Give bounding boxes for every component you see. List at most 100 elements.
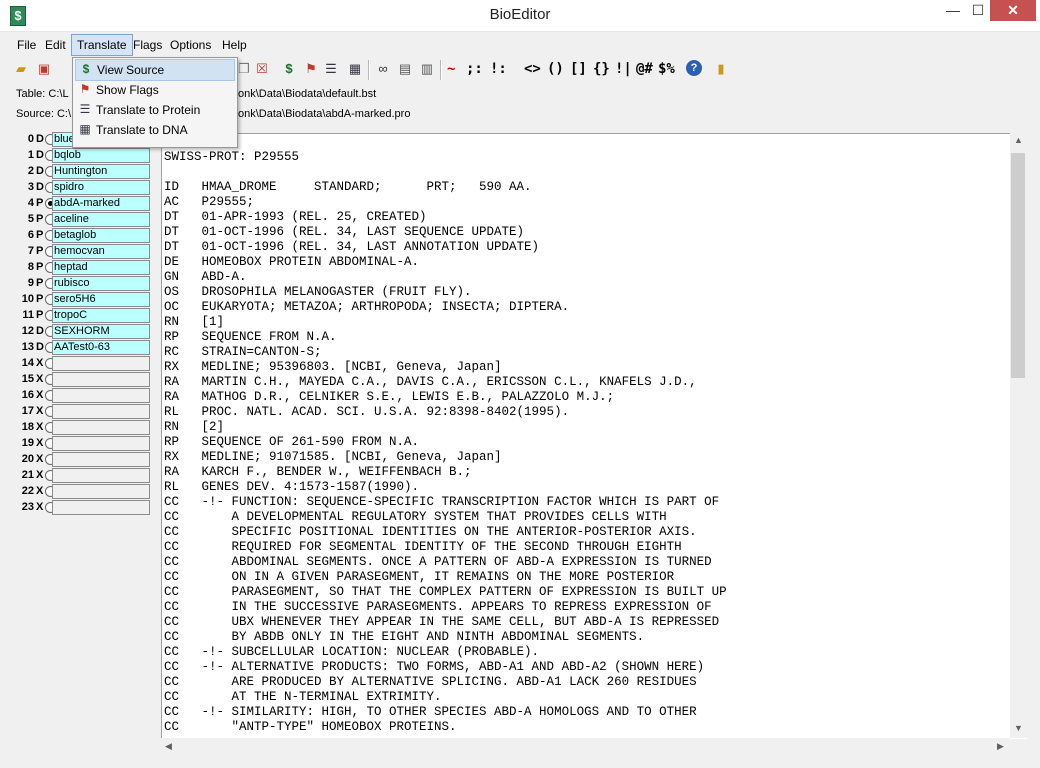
menu-options[interactable]: Options: [165, 34, 216, 56]
menu-translate[interactable]: Translate: [71, 34, 133, 56]
sequence-name-field[interactable]: [52, 500, 150, 515]
sequence-name-field[interactable]: tropoC: [52, 308, 150, 323]
sequence-type: P: [36, 213, 44, 225]
menu-item-label: Translate to DNA: [96, 123, 188, 137]
sequence-row[interactable]: 6 Pbetaglob: [8, 228, 158, 243]
sequence-row[interactable]: 7 Phemocvan: [8, 244, 158, 259]
sequence-row[interactable]: 16 X: [8, 388, 158, 403]
sequence-name-field[interactable]: AATest0-63: [52, 340, 150, 355]
sequence-row[interactable]: 5 Paceline: [8, 212, 158, 227]
sequence-name-field[interactable]: spidro: [52, 180, 150, 195]
sequence-name-field[interactable]: [52, 388, 150, 403]
sequence-name-field[interactable]: Huntington: [52, 164, 150, 179]
sequence-row[interactable]: 12 D SEXHORM: [8, 324, 158, 339]
sequence-row[interactable]: 10 Psero5H6: [8, 292, 158, 307]
sequence-row[interactable]: 11 PtropoC: [8, 308, 158, 323]
sequence-name-field[interactable]: bqlob: [52, 148, 150, 163]
sequence-row[interactable]: 23 X: [8, 500, 158, 515]
menu-edit[interactable]: Edit: [40, 34, 71, 56]
sequence-row[interactable]: 21 X: [8, 468, 158, 483]
protein-list-icon: ☰: [79, 102, 91, 116]
sequence-row[interactable]: 14 X: [8, 356, 158, 371]
help-icon[interactable]: ?: [686, 60, 702, 76]
sequence-row[interactable]: 19 X: [8, 436, 158, 451]
at-hash-icon[interactable]: @#: [636, 61, 653, 77]
sequence-name-field[interactable]: betaglob: [52, 228, 150, 243]
delete-x-icon[interactable]: ☒: [253, 60, 271, 78]
sequence-row[interactable]: 22 X: [8, 484, 158, 499]
semicolon-icon[interactable]: ;:: [466, 61, 483, 77]
document-line: CC IN THE SUCCESSIVE PARASEGMENTS. APPEA…: [164, 600, 712, 614]
menu-show-flags[interactable]: ⚑ Show Flags: [75, 80, 233, 100]
close-button[interactable]: ✕: [990, 0, 1036, 21]
scroll-left-icon[interactable]: ◀: [165, 741, 172, 752]
sequence-row[interactable]: 13 D AATest0-63: [8, 340, 158, 355]
sequence-name-field[interactable]: [52, 356, 150, 371]
sequence-name-field[interactable]: [52, 484, 150, 499]
sequence-name-field[interactable]: [52, 404, 150, 419]
document-line: CC -!- ALTERNATIVE PRODUCTS: TWO FORMS, …: [164, 660, 705, 674]
sequence-row[interactable]: 1 Dbqlob: [8, 148, 158, 163]
sequence-name-field[interactable]: abdA-marked: [52, 196, 150, 211]
sequence-row[interactable]: 3 Dspidro: [8, 180, 158, 195]
sequence-index: 13: [21, 341, 34, 353]
horizontal-scrollbar[interactable]: ◀ ▶: [161, 738, 1010, 755]
sequence-name-field[interactable]: heptad: [52, 260, 150, 275]
sequence-name-field[interactable]: [52, 436, 150, 451]
sequence-row[interactable]: 20 X: [8, 452, 158, 467]
view-source-icon[interactable]: $: [280, 60, 298, 78]
dollar-percent-icon[interactable]: $%: [658, 61, 675, 77]
sequence-type: X: [36, 389, 44, 401]
sequence-row[interactable]: 9 Prubisco: [8, 276, 158, 291]
maximize-button[interactable]: ☐: [966, 0, 990, 21]
save-icon[interactable]: ▣: [35, 60, 53, 78]
document-line: RC STRAIN=CANTON-S;: [164, 345, 322, 359]
sequence-name-field[interactable]: [52, 468, 150, 483]
menu-item-label: Show Flags: [96, 83, 159, 97]
sequence-row[interactable]: 15 X: [8, 372, 158, 387]
trash-icon[interactable]: ▥: [418, 60, 436, 78]
menu-file[interactable]: File: [12, 34, 41, 56]
toolbar-separator: [368, 60, 370, 80]
sequence-name-field[interactable]: rubisco: [52, 276, 150, 291]
document-icon[interactable]: ▤: [396, 60, 414, 78]
sequence-row[interactable]: 4 PabdA-marked: [8, 196, 158, 211]
sequence-row[interactable]: 17 X: [8, 404, 158, 419]
sequence-name-field[interactable]: aceline: [52, 212, 150, 227]
exclaim-colon-icon[interactable]: !:: [490, 61, 507, 77]
window-title: BioEditor: [489, 6, 551, 23]
menu-translate-protein[interactable]: ☰ Translate to Protein: [75, 100, 233, 120]
vertical-scrollbar[interactable]: ▲ ▼: [1010, 133, 1027, 738]
scroll-down-icon[interactable]: ▼: [1014, 723, 1023, 733]
curly-braces-icon[interactable]: {}: [593, 61, 610, 77]
sequence-name-field[interactable]: [52, 372, 150, 387]
binoculars-icon[interactable]: ∞: [374, 60, 392, 78]
sequence-name-field[interactable]: sero5H6: [52, 292, 150, 307]
scroll-right-icon[interactable]: ▶: [997, 741, 1004, 752]
menu-flags[interactable]: Flags: [128, 34, 167, 56]
sequence-row[interactable]: 8 Pheptad: [8, 260, 158, 275]
menu-translate-dna[interactable]: ▦ Translate to DNA: [75, 120, 233, 140]
sequence-name-field[interactable]: SEXHORM: [52, 324, 150, 339]
menu-help[interactable]: Help: [217, 34, 252, 56]
minimize-button[interactable]: —: [940, 0, 966, 21]
dna-grid-icon[interactable]: ▦: [346, 60, 364, 78]
angle-brackets-icon[interactable]: <>: [524, 61, 541, 77]
sequence-document[interactable]: SWISS-PROT: P29555 ID HMAA_DROME STANDARD…: [161, 133, 1027, 739]
open-folder-icon[interactable]: ▰: [12, 60, 30, 78]
parentheses-icon[interactable]: (): [547, 61, 564, 77]
sequence-row[interactable]: 18 X: [8, 420, 158, 435]
tilde-icon[interactable]: ~: [447, 61, 455, 77]
sequence-name-field[interactable]: [52, 420, 150, 435]
exclaim-pipe-icon[interactable]: !|: [615, 61, 632, 77]
sequence-row[interactable]: 2 D Huntington: [8, 164, 158, 179]
sequence-name-field[interactable]: [52, 452, 150, 467]
exit-door-icon[interactable]: ▮: [712, 60, 730, 78]
protein-list-icon[interactable]: ☰: [322, 60, 340, 78]
menu-view-source[interactable]: $ View Source: [75, 59, 235, 81]
flag-icon[interactable]: ⚑: [302, 60, 320, 78]
scroll-up-icon[interactable]: ▲: [1014, 135, 1023, 145]
scroll-thumb[interactable]: [1011, 153, 1025, 378]
square-brackets-icon[interactable]: []: [570, 61, 587, 77]
sequence-name-field[interactable]: hemocvan: [52, 244, 150, 259]
